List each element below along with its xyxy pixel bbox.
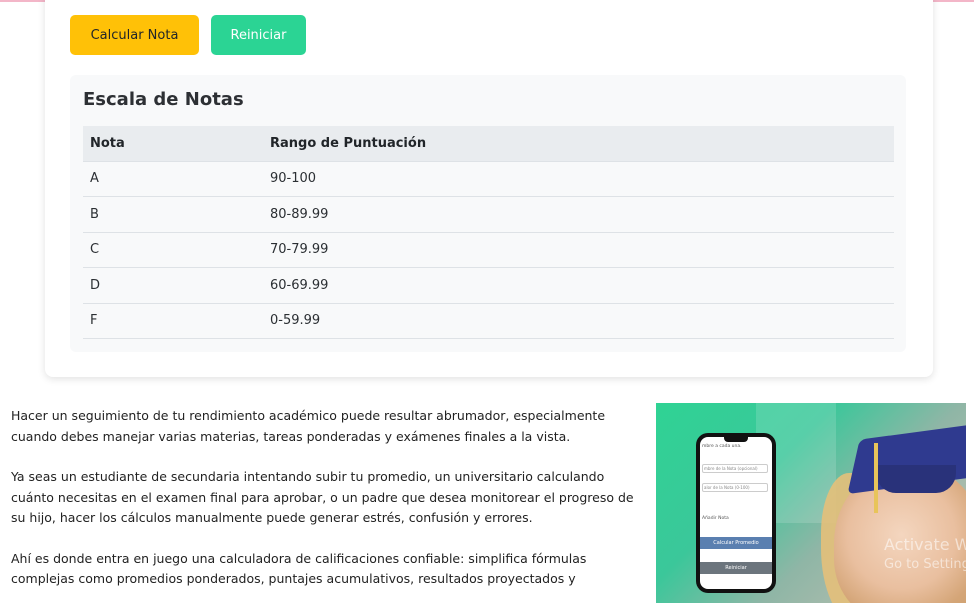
phone-screen: mbre a cada una. mbre de la Nota (opcion… [700, 437, 772, 589]
activation-watermark: Activate W Go to Setting [884, 535, 966, 575]
phone-text-line: mbre a cada una. [702, 444, 742, 449]
range-cell: 70-79.99 [263, 232, 894, 268]
article-paragraph-3: Ahí es donde entra en juego una calculad… [11, 550, 587, 587]
phone-calc-button: Calcular Promedio [700, 537, 772, 549]
phone-notch [724, 437, 748, 442]
grade-cell: F [83, 303, 263, 339]
watermark-line-1: Activate W [884, 535, 966, 554]
range-cell: 0-59.99 [263, 303, 894, 339]
grade-cell: A [83, 161, 263, 197]
promo-image: mbre a cada una. mbre de la Nota (opcion… [656, 403, 966, 603]
graduation-cap-base [876, 465, 956, 493]
grade-scale-table: Nota Rango de Puntuación A 90-100 B 80-8… [83, 126, 894, 339]
grade-cell: B [83, 196, 263, 233]
table-row: B 80-89.99 [83, 196, 894, 233]
table-row: D 60-69.99 [83, 267, 894, 304]
phone-field-name: mbre de la Nota (opcional) [702, 464, 768, 473]
phone-add-grade: Añadir Nota [702, 516, 729, 521]
range-cell: 60-69.99 [263, 267, 894, 304]
range-cell: 80-89.99 [263, 196, 894, 233]
grade-scale-title: Escala de Notas [83, 89, 244, 110]
reset-button[interactable]: Reiniciar [211, 15, 306, 55]
range-cell: 90-100 [263, 161, 894, 197]
article-text: Hacer un seguimiento de tu rendimiento a… [11, 406, 641, 610]
watermark-line-2: Go to Setting [884, 557, 966, 572]
grade-cell: D [83, 267, 263, 304]
phone-mockup: mbre a cada una. mbre de la Nota (opcion… [696, 433, 776, 593]
header-grade: Nota [83, 126, 263, 162]
table-row: A 90-100 [83, 161, 894, 197]
article-paragraph-1: Hacer un seguimiento de tu rendimiento a… [11, 408, 606, 444]
phone-reset-button: Reiniciar [700, 562, 772, 574]
cap-tassel [874, 443, 878, 513]
table-header-row: Nota Rango de Puntuación [83, 126, 894, 162]
calculate-grade-button[interactable]: Calcular Nota [70, 15, 199, 55]
phone-field-value: alor de la Nota (0-100) [702, 483, 768, 492]
article-paragraph-2: Ya seas un estudiante de secundaria inte… [11, 469, 634, 525]
table-row: F 0-59.99 [83, 303, 894, 339]
grade-scale-section: Escala de Notas Nota Rango de Puntuación… [70, 75, 906, 352]
table-row: C 70-79.99 [83, 232, 894, 268]
header-range: Rango de Puntuación [263, 126, 894, 162]
grade-cell: C [83, 232, 263, 268]
